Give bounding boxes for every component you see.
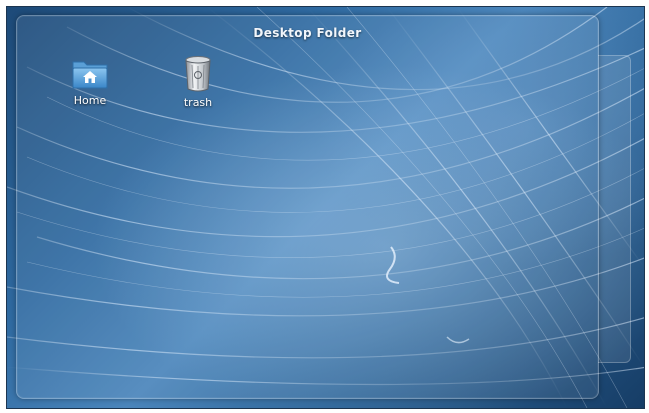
window-title: Desktop Folder (253, 26, 362, 40)
trash-label: trash (183, 96, 213, 109)
home-folder-item[interactable]: Home (55, 57, 125, 107)
desktop-folder-window[interactable]: Desktop Folder Home trash (16, 15, 599, 399)
home-folder-label: Home (73, 94, 107, 107)
home-folder-icon (72, 61, 108, 89)
trash-can-icon (185, 56, 211, 92)
desktop-background: Desktop Folder Home trash (6, 6, 645, 409)
adjacent-desktop-panel (598, 55, 631, 363)
trash-item[interactable]: trash (163, 55, 233, 109)
